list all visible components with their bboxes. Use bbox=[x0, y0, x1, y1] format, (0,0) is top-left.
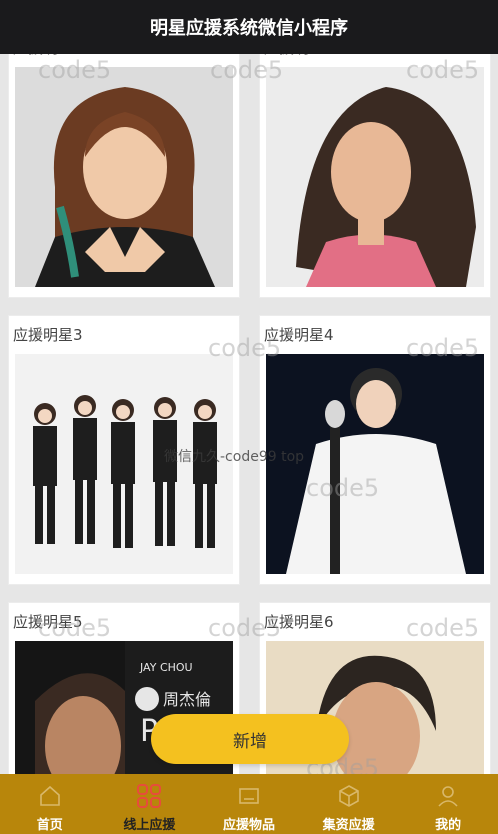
user-icon bbox=[434, 782, 462, 810]
box-icon bbox=[235, 782, 263, 810]
card-title: 应援明星3 bbox=[13, 326, 83, 344]
star-card-4[interactable]: 应援明星4 bbox=[259, 315, 491, 585]
star-card-3[interactable]: 应援明星3 bbox=[8, 315, 240, 585]
tab-fundraising[interactable]: 集资应援 bbox=[299, 774, 399, 834]
star-photo bbox=[266, 354, 484, 574]
tab-home[interactable]: 首页 bbox=[0, 774, 100, 834]
tab-label: 集资应援 bbox=[322, 818, 375, 833]
add-button-label: 新增 bbox=[233, 731, 267, 752]
star-photo bbox=[15, 67, 233, 287]
tab-mine[interactable]: 我的 bbox=[398, 774, 498, 834]
home-icon bbox=[36, 782, 64, 810]
star-photo bbox=[266, 67, 484, 287]
svg-text:周杰倫: 周杰倫 bbox=[163, 690, 211, 709]
tab-support-items[interactable]: 应援物品 bbox=[199, 774, 299, 834]
tab-label: 首页 bbox=[36, 818, 63, 833]
card-title: 应援明星5 bbox=[13, 613, 83, 631]
star-card-2[interactable]: 应援明星2 bbox=[259, 28, 491, 298]
tab-label: 线上应援 bbox=[123, 818, 176, 833]
grid-icon bbox=[135, 782, 163, 810]
star-card-1[interactable]: 应援明星1 bbox=[8, 28, 240, 298]
card-title: 应援明星6 bbox=[264, 613, 334, 631]
bottom-tab-bar: 首页 线上应援 应援物品 集资应援 我的 bbox=[0, 774, 498, 834]
app-header: 明星应援系统微信小程序 bbox=[0, 0, 498, 54]
svg-text:JAY CHOU: JAY CHOU bbox=[139, 661, 193, 674]
star-photo bbox=[15, 354, 233, 574]
card-title: 应援明星4 bbox=[264, 326, 334, 344]
tab-online-support[interactable]: 线上应援 bbox=[100, 774, 200, 834]
star-grid: 应援明星1 应援明星2 应援明星 bbox=[0, 28, 498, 774]
page-title: 明星应援系统微信小程序 bbox=[150, 18, 348, 39]
tab-label: 应援物品 bbox=[222, 818, 275, 833]
tab-label: 我的 bbox=[435, 818, 462, 833]
add-button[interactable]: 新增 bbox=[151, 714, 349, 764]
cube-icon bbox=[335, 782, 363, 810]
